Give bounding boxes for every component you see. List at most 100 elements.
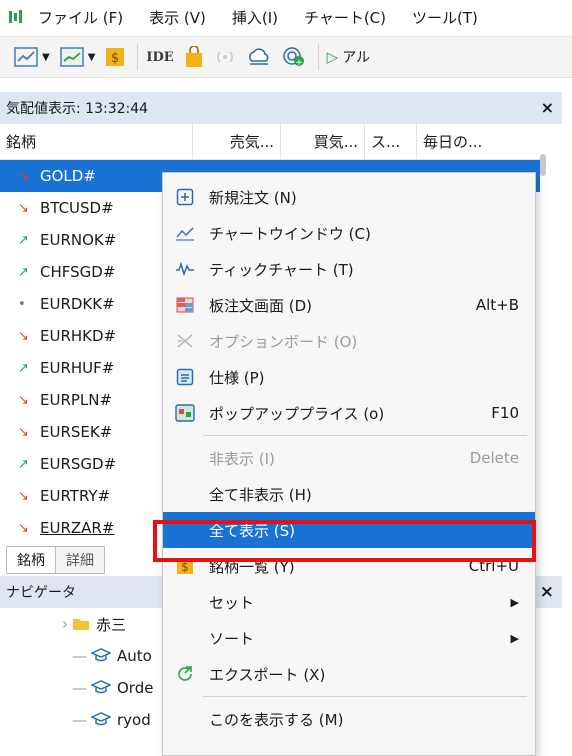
menu-view[interactable]: 表示 (V): [149, 7, 206, 28]
menu-item-label: 銘柄一覧 (Y): [209, 557, 295, 576]
trend-arrow-icon: ↗: [18, 360, 29, 376]
menu-item-label: 全て非表示 (H): [209, 485, 312, 504]
symbol-name: EURHKD#: [40, 327, 117, 345]
menu-item-label: 板注文画面 (D): [209, 296, 313, 315]
menu-tools[interactable]: ツール(T): [412, 7, 478, 28]
symbol-name: EURSGD#: [40, 455, 117, 473]
trend-arrow-icon: ↘: [18, 328, 29, 344]
graduation-cap-icon: [91, 648, 111, 662]
menu-item-show-all[interactable]: 全て表示 (S): [163, 512, 535, 548]
trend-arrow-icon: ↗: [18, 232, 29, 248]
symbols-button[interactable]: $: [105, 42, 125, 72]
ide-button[interactable]: IDE: [146, 42, 173, 72]
menu-item-export[interactable]: エクスポート (X): [163, 656, 535, 692]
menu-insert[interactable]: 挿入(I): [232, 7, 278, 28]
chevron-down-icon: ▼: [42, 51, 50, 63]
popup-prices-icon: [175, 403, 195, 423]
column-symbol[interactable]: 銘柄: [0, 124, 193, 159]
tree-item-folder[interactable]: › 赤三: [0, 608, 170, 640]
menu-item-specification[interactable]: 仕様 (P): [163, 359, 535, 395]
menu-item-label: 仕様 (P): [209, 368, 265, 387]
trend-arrow-icon: ↘: [18, 168, 29, 184]
tree-connector: —: [72, 679, 87, 697]
chart-type-button[interactable]: ▼: [14, 42, 50, 72]
symbol-name: EURHUF#: [40, 359, 115, 377]
shortcut-label: Delete: [469, 449, 519, 467]
specification-icon: [175, 367, 195, 387]
line-chart-icon: [14, 47, 38, 67]
menu-item-label: ティックチャート (T): [209, 260, 354, 279]
tree-item-label: Orde: [117, 679, 154, 697]
menu-item-chart-window[interactable]: チャートウインドウ (C): [163, 215, 535, 251]
tree-item-label: Auto: [117, 647, 152, 665]
chevron-down-icon: ▼: [87, 51, 96, 63]
menu-item-hide: 非表示 (I) Delete: [163, 440, 535, 476]
menu-item-label: 新規注文 (N): [209, 188, 297, 207]
menu-file[interactable]: ファイル (F): [38, 7, 123, 28]
navigator-tree: › 赤三 — Auto — Orde — ryod: [0, 608, 170, 736]
templates-button[interactable]: ▼: [59, 42, 96, 72]
toolbar-separator: [317, 44, 319, 70]
menu-item-new-order[interactable]: 新規注文 (N): [163, 179, 535, 215]
menu-separator: [203, 435, 527, 436]
graduation-cap-icon: [91, 680, 111, 694]
column-spread[interactable]: ス...: [365, 124, 417, 159]
menu-item-hide-all[interactable]: 全て非表示 (H): [163, 476, 535, 512]
close-icon[interactable]: ×: [540, 582, 554, 602]
svg-text:$: $: [181, 560, 189, 574]
menu-item-label: ポップアッププライス (o): [209, 404, 385, 423]
radar-button[interactable]: +: [282, 42, 306, 72]
depth-of-market-icon: [175, 295, 195, 315]
menu-separator: [203, 696, 527, 697]
radar-add-icon: +: [282, 47, 304, 68]
trend-arrow-icon: ↘: [18, 520, 29, 536]
menu-chart[interactable]: チャート(C): [304, 7, 386, 28]
column-ask[interactable]: 買気...: [281, 124, 365, 159]
column-daily-change[interactable]: 毎日の...: [417, 124, 527, 159]
algo-trading-label: アル: [342, 50, 371, 66]
market-button[interactable]: [184, 42, 204, 72]
tree-item-expert[interactable]: — ryod: [0, 704, 170, 736]
menu-item-option-board: オプションボード (O): [163, 323, 535, 359]
svg-text:$: $: [111, 51, 119, 66]
signals-button[interactable]: [214, 42, 236, 72]
context-menu: 新規注文 (N) チャートウインドウ (C) ティックチャート (T) 板注文画…: [162, 172, 536, 756]
algo-trading-button[interactable]: ▷ アル: [327, 42, 370, 72]
symbol-name: EURTRY#: [40, 487, 111, 505]
chevron-right-icon: ▶: [510, 631, 519, 645]
tree-item-expert[interactable]: — Orde: [0, 672, 170, 704]
close-icon[interactable]: ×: [541, 98, 554, 117]
vps-button[interactable]: [246, 42, 272, 72]
market-watch-title: 気配値表示: 13:32:44: [6, 101, 149, 117]
menu-item-sort[interactable]: ソート ▶: [163, 620, 535, 656]
trend-arrow-icon: ↘: [18, 392, 29, 408]
tree-item-label: ryod: [117, 711, 151, 729]
toolbar: ▼ ▼ $ IDE + ▷ アル: [0, 36, 572, 78]
shortcut-label: F10: [491, 404, 519, 422]
menu-item-depth-of-market[interactable]: 板注文画面 (D) Alt+B: [163, 287, 535, 323]
trend-arrow-icon: ↘: [18, 424, 29, 440]
menu-item-tick-chart[interactable]: ティックチャート (T): [163, 251, 535, 287]
menu-item-popup-prices[interactable]: ポップアッププライス (o) F10: [163, 395, 535, 431]
tab-details[interactable]: 詳細: [56, 546, 105, 574]
trend-arrow-icon: ↘: [18, 200, 29, 216]
chart-window-icon: [175, 223, 195, 243]
scrollbar-thumb[interactable]: [540, 154, 546, 176]
shortcut-label: Alt+B: [475, 296, 519, 314]
menu-item-system-columns[interactable]: このを表示する (M): [163, 701, 535, 737]
symbol-name: EURPLN#: [40, 391, 113, 409]
ide-label: IDE: [146, 49, 174, 65]
market-watch-header: 銘柄 売気... 買気... ス... 毎日の...: [0, 124, 540, 160]
symbols-icon: $: [175, 556, 195, 576]
menu-item-symbols[interactable]: $ 銘柄一覧 (Y) Ctrl+U: [163, 548, 535, 584]
chevron-right-icon: ▶: [510, 595, 519, 609]
template-icon: [59, 47, 84, 67]
dollar-icon: $: [106, 48, 125, 66]
menu-item-sets[interactable]: セット ▶: [163, 584, 535, 620]
shopping-bag-icon: [185, 46, 202, 67]
column-bid[interactable]: 売気...: [193, 124, 281, 159]
tree-item-expert[interactable]: — Auto: [0, 640, 170, 672]
tab-symbols[interactable]: 銘柄: [6, 546, 56, 574]
menu-item-label: このを表示する (M): [209, 710, 344, 729]
folder-icon: [73, 619, 89, 630]
